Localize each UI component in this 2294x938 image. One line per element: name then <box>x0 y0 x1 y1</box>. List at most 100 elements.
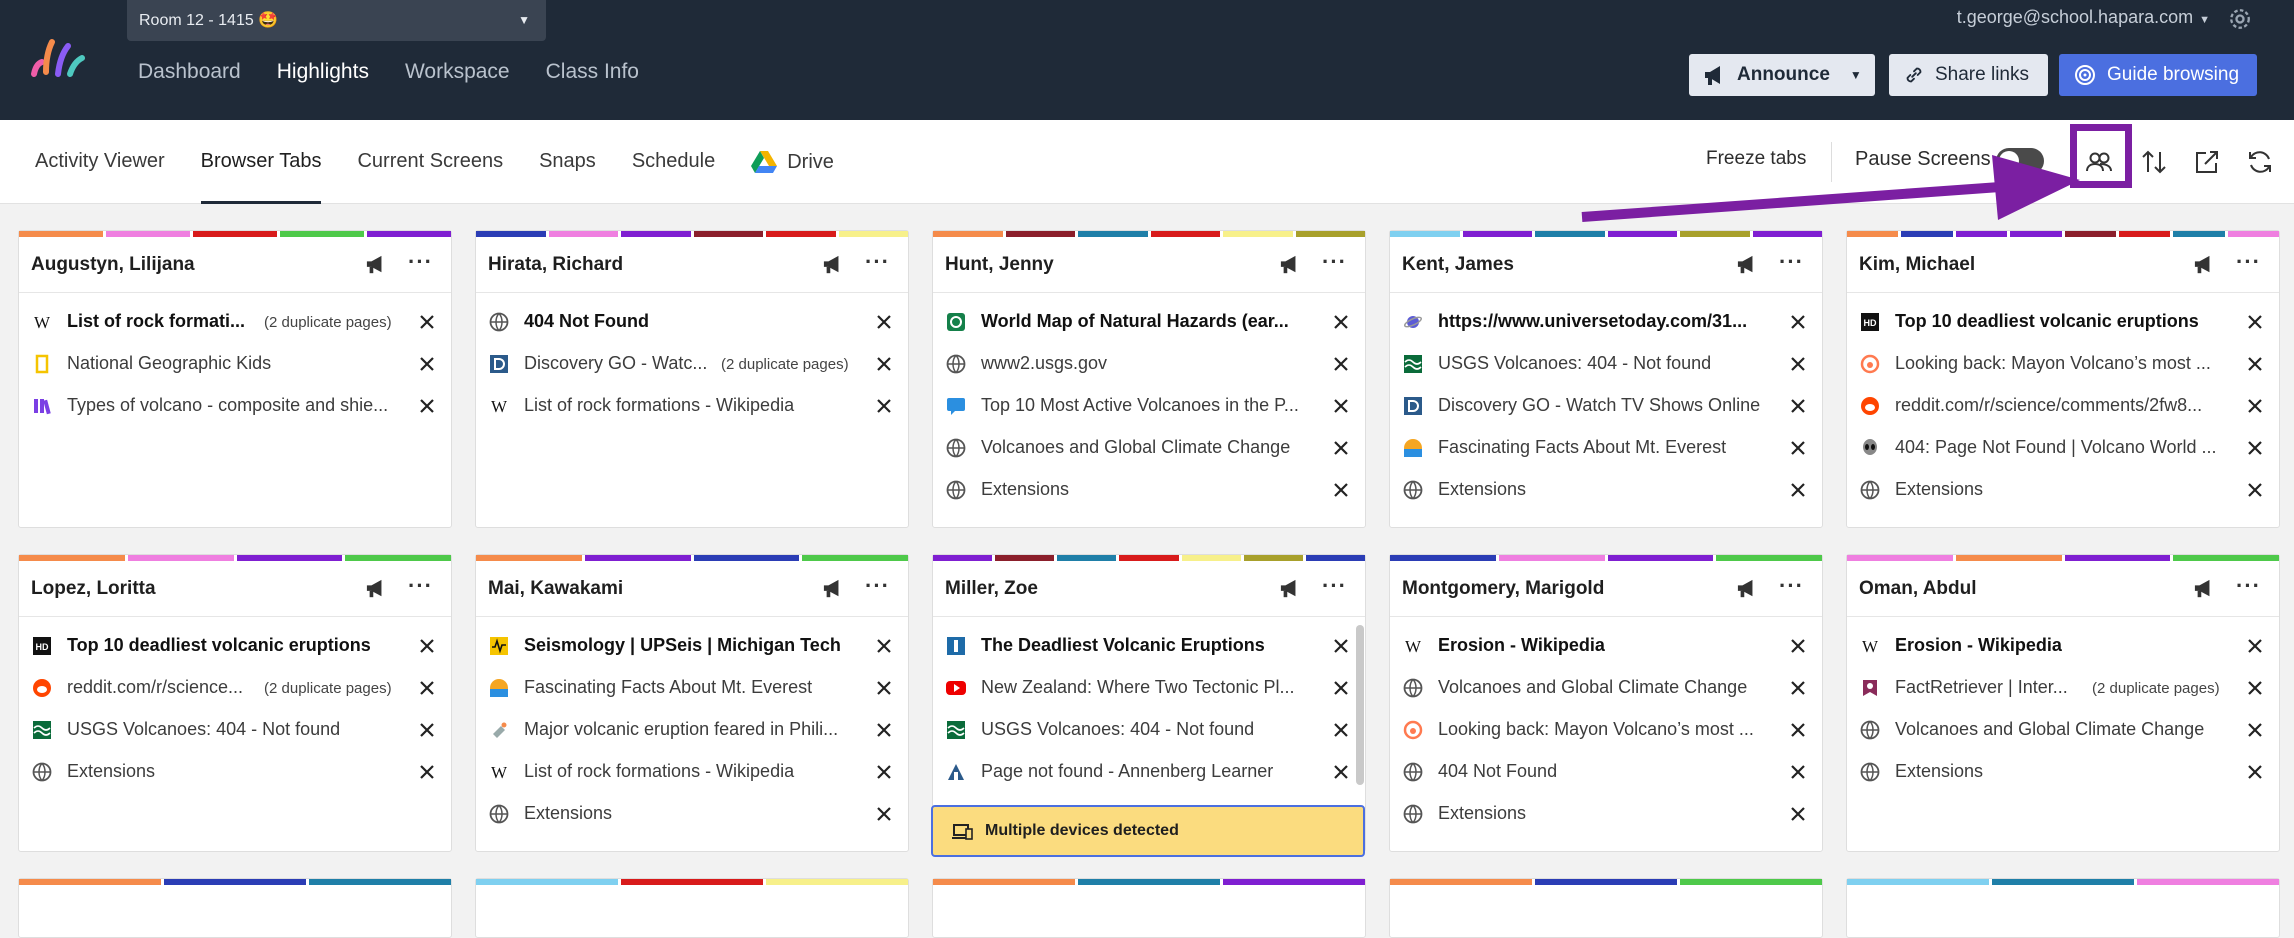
tab-row[interactable]: reddit.com/r/science/comments/2fw8... <box>1847 385 2279 427</box>
tab-current-screens[interactable]: Current Screens <box>357 120 503 204</box>
close-icon[interactable] <box>419 356 435 372</box>
tab-row[interactable]: Volcanoes and Global Climate Change <box>1390 667 1822 709</box>
refresh-icon[interactable] <box>2244 146 2276 178</box>
guide-browsing-button[interactable]: Guide browsing <box>2059 54 2257 96</box>
tab-row[interactable]: Top 10 Most Active Volcanoes in the P... <box>933 385 1365 427</box>
tab-row[interactable]: Extensions <box>476 793 908 835</box>
tab-row[interactable]: USGS Volcanoes: 404 - Not found <box>19 709 451 751</box>
tab-title[interactable]: Volcanoes and Global Climate Change <box>981 437 1321 458</box>
close-icon[interactable] <box>419 680 435 696</box>
tab-title[interactable]: Fascinating Facts About Mt. Everest <box>1438 437 1778 458</box>
tab-row[interactable]: Extensions <box>1390 793 1822 835</box>
close-icon[interactable] <box>1333 440 1349 456</box>
tab-title[interactable]: List of rock formations - Wikipedia <box>524 395 864 416</box>
tab-title[interactable]: List of rock formati... <box>67 311 252 332</box>
close-icon[interactable] <box>2247 398 2263 414</box>
tab-title[interactable]: Looking back: Mayon Volcano’s most ... <box>1895 353 2235 374</box>
tab-row[interactable]: Fascinating Facts About Mt. Everest <box>476 667 908 709</box>
nav-workspace[interactable]: Workspace <box>405 60 510 84</box>
close-icon[interactable] <box>1790 314 1806 330</box>
student-name[interactable]: Mai, Kawakami <box>488 578 623 600</box>
tab-title[interactable]: Looking back: Mayon Volcano’s most ... <box>1438 719 1778 740</box>
close-icon[interactable] <box>876 398 892 414</box>
tab-title[interactable]: Extensions <box>1895 761 2235 782</box>
tab-title[interactable]: https://www.universetoday.com/31... <box>1438 311 1778 332</box>
close-icon[interactable] <box>1333 356 1349 372</box>
tab-row[interactable]: Discovery GO - Watch TV Shows Online <box>1390 385 1822 427</box>
tab-title[interactable]: Extensions <box>67 761 407 782</box>
close-icon[interactable] <box>2247 638 2263 654</box>
tab-snaps[interactable]: Snaps <box>539 120 596 204</box>
tab-title[interactable]: Extensions <box>1438 479 1778 500</box>
tab-title[interactable]: Discovery GO - Watch TV Shows Online <box>1438 395 1778 416</box>
close-icon[interactable] <box>419 722 435 738</box>
megaphone-icon[interactable] <box>365 255 387 275</box>
close-icon[interactable] <box>876 356 892 372</box>
gear-icon[interactable] <box>2226 5 2254 33</box>
student-name[interactable]: Hirata, Richard <box>488 254 623 276</box>
tab-title[interactable]: 404: Page Not Found | Volcano World ... <box>1895 437 2235 458</box>
tab-title[interactable]: Extensions <box>981 479 1321 500</box>
tab-title[interactable]: Fascinating Facts About Mt. Everest <box>524 677 864 698</box>
tab-title[interactable]: List of rock formations - Wikipedia <box>524 761 864 782</box>
close-icon[interactable] <box>419 398 435 414</box>
tab-row[interactable]: USGS Volcanoes: 404 - Not found <box>933 709 1365 751</box>
close-icon[interactable] <box>1790 356 1806 372</box>
close-icon[interactable] <box>419 638 435 654</box>
student-name[interactable]: Miller, Zoe <box>945 578 1038 600</box>
tab-title[interactable]: Erosion - Wikipedia <box>1895 635 2235 656</box>
tab-row[interactable]: W List of rock formati... (2 duplicate pag… <box>19 301 451 343</box>
student-name[interactable]: Lopez, Loritta <box>31 578 156 600</box>
more-options-icon[interactable]: ··· <box>865 249 890 275</box>
tab-title[interactable]: Discovery GO - Watc... <box>524 353 709 374</box>
megaphone-icon[interactable] <box>1279 579 1301 599</box>
tab-title[interactable]: FactRetriever | Inter... <box>1895 677 2080 698</box>
more-options-icon[interactable]: ··· <box>408 249 433 275</box>
tab-row[interactable]: HD Top 10 deadliest volcanic eruptions <box>1847 301 2279 343</box>
tab-title[interactable]: Extensions <box>1438 803 1778 824</box>
tab-row[interactable]: Volcanoes and Global Climate Change <box>933 427 1365 469</box>
tab-row[interactable]: The Deadliest Volcanic Eruptions <box>933 625 1365 667</box>
close-icon[interactable] <box>1333 398 1349 414</box>
tab-row[interactable]: Volcanoes and Global Climate Change <box>1847 709 2279 751</box>
close-icon[interactable] <box>2247 764 2263 780</box>
tab-row[interactable]: Extensions <box>933 469 1365 511</box>
tab-row[interactable]: Major volcanic eruption feared in Phili.… <box>476 709 908 751</box>
tab-row[interactable]: W Erosion - Wikipedia <box>1390 625 1822 667</box>
close-icon[interactable] <box>2247 482 2263 498</box>
tab-title[interactable]: The Deadliest Volcanic Eruptions <box>981 635 1321 656</box>
tab-title[interactable]: Volcanoes and Global Climate Change <box>1895 719 2235 740</box>
tab-title[interactable]: reddit.com/r/science... <box>67 677 252 698</box>
multiple-devices-alert[interactable]: Multiple devices detected <box>931 805 1365 857</box>
tab-activity-viewer[interactable]: Activity Viewer <box>35 120 165 204</box>
tab-title[interactable]: Types of volcano - composite and shie... <box>67 395 407 416</box>
tab-row[interactable]: W List of rock formations - Wikipedia <box>476 751 908 793</box>
close-icon[interactable] <box>1790 680 1806 696</box>
student-name[interactable]: Oman, Abdul <box>1859 578 1977 600</box>
tab-row[interactable]: 404: Page Not Found | Volcano World ... <box>1847 427 2279 469</box>
tab-row[interactable]: https://www.universetoday.com/31... <box>1390 301 1822 343</box>
close-icon[interactable] <box>1333 314 1349 330</box>
share-links-button[interactable]: Share links <box>1889 54 2048 96</box>
close-icon[interactable] <box>876 680 892 696</box>
tab-title[interactable]: USGS Volcanoes: 404 - Not found <box>67 719 407 740</box>
more-options-icon[interactable]: ··· <box>1322 573 1347 599</box>
tab-title[interactable]: 404 Not Found <box>1438 761 1778 782</box>
more-options-icon[interactable]: ··· <box>865 573 890 599</box>
megaphone-icon[interactable] <box>1279 255 1301 275</box>
megaphone-icon[interactable] <box>822 255 844 275</box>
tab-row[interactable]: 404 Not Found <box>1390 751 1822 793</box>
room-selector[interactable]: Room 12 - 1415 🤩 ▼ <box>127 0 546 41</box>
tab-title[interactable]: Top 10 deadliest volcanic eruptions <box>67 635 407 656</box>
tab-row[interactable]: W List of rock formations - Wikipedia <box>476 385 908 427</box>
tab-row[interactable]: Page not found - Annenberg Learner <box>933 751 1365 793</box>
student-name[interactable]: Hunt, Jenny <box>945 254 1054 276</box>
more-options-icon[interactable]: ··· <box>2236 573 2261 599</box>
tab-title[interactable]: Major volcanic eruption feared in Phili.… <box>524 719 864 740</box>
tab-row[interactable]: Extensions <box>1847 751 2279 793</box>
student-name[interactable]: Augustyn, Lilijana <box>31 254 195 276</box>
close-icon[interactable] <box>2247 440 2263 456</box>
more-options-icon[interactable]: ··· <box>1322 249 1347 275</box>
tab-row[interactable]: HD Top 10 deadliest volcanic eruptions <box>19 625 451 667</box>
tab-row[interactable]: World Map of Natural Hazards (ear... <box>933 301 1365 343</box>
